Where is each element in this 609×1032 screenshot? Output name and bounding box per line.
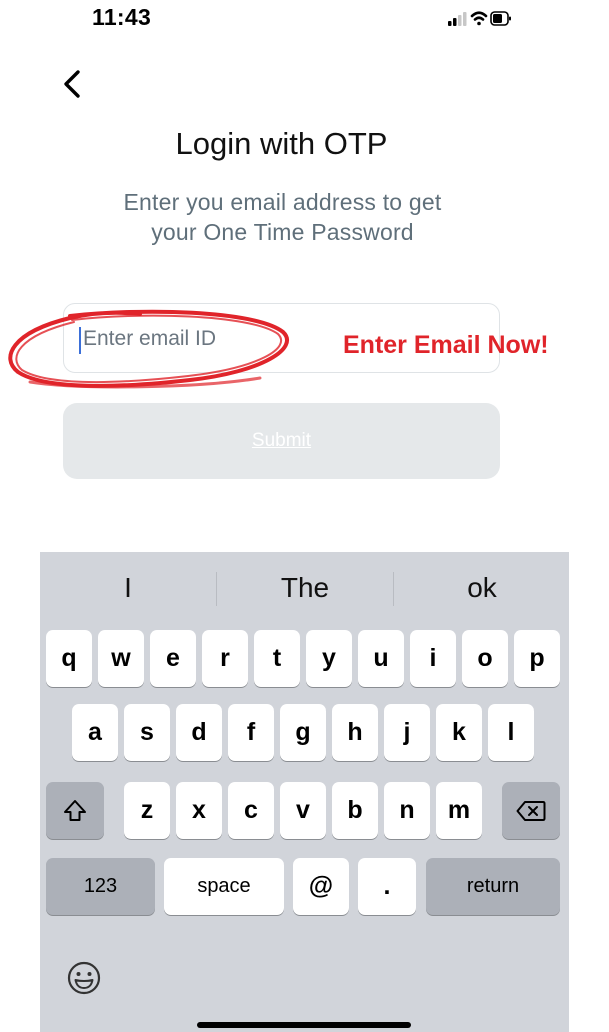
key-y[interactable]: y bbox=[306, 630, 352, 687]
key-m[interactable]: m bbox=[436, 782, 482, 839]
emoji-icon bbox=[67, 961, 101, 995]
key-c[interactable]: c bbox=[228, 782, 274, 839]
key-s[interactable]: s bbox=[124, 704, 170, 761]
key-t[interactable]: t bbox=[254, 630, 300, 687]
space-key[interactable]: space bbox=[164, 858, 284, 915]
key-d[interactable]: d bbox=[176, 704, 222, 761]
key-i[interactable]: i bbox=[410, 630, 456, 687]
status-time: 11:43 bbox=[92, 4, 152, 30]
page-subtitle: Enter you email address to get your One … bbox=[60, 187, 505, 247]
key-z[interactable]: z bbox=[124, 782, 170, 839]
key-u[interactable]: u bbox=[358, 630, 404, 687]
submit-button[interactable]: Submit bbox=[63, 403, 500, 479]
home-indicator bbox=[197, 1022, 411, 1028]
key-p[interactable]: p bbox=[514, 630, 560, 687]
status-icons bbox=[448, 8, 512, 35]
suggestion-1[interactable]: I bbox=[40, 572, 216, 604]
suggestion-3[interactable]: ok bbox=[394, 572, 570, 604]
key-h[interactable]: h bbox=[332, 704, 378, 761]
return-key[interactable]: return bbox=[426, 858, 560, 915]
subtitle-line-2: your One Time Password bbox=[151, 219, 414, 245]
backspace-icon bbox=[516, 800, 546, 821]
keyboard: I The ok q w e r t y u i o p a s d f g h… bbox=[40, 552, 569, 1032]
key-w[interactable]: w bbox=[98, 630, 144, 687]
cellular-signal-icon bbox=[448, 12, 467, 26]
subtitle-line-1: Enter you email address to get bbox=[123, 189, 442, 215]
key-a[interactable]: a bbox=[72, 704, 118, 761]
status-bar: 11:43 bbox=[0, 0, 609, 40]
key-j[interactable]: j bbox=[384, 704, 430, 761]
key-q[interactable]: q bbox=[46, 630, 92, 687]
key-v[interactable]: v bbox=[280, 782, 326, 839]
suggestion-bar: I The ok bbox=[40, 552, 569, 624]
key-f[interactable]: f bbox=[228, 704, 274, 761]
numbers-key[interactable]: 123 bbox=[46, 858, 155, 915]
battery-icon bbox=[490, 11, 511, 26]
key-e[interactable]: e bbox=[150, 630, 196, 687]
annotation-text: Enter Email Now! bbox=[343, 331, 549, 359]
key-k[interactable]: k bbox=[436, 704, 482, 761]
key-o[interactable]: o bbox=[462, 630, 508, 687]
dot-key[interactable]: . bbox=[358, 858, 416, 915]
key-b[interactable]: b bbox=[332, 782, 378, 839]
page-title: Login with OTP bbox=[175, 126, 388, 161]
key-n[interactable]: n bbox=[384, 782, 430, 839]
backspace-key[interactable] bbox=[502, 782, 560, 839]
at-key[interactable]: @ bbox=[293, 858, 349, 915]
key-x[interactable]: x bbox=[176, 782, 222, 839]
shift-icon bbox=[64, 799, 86, 821]
key-r[interactable]: r bbox=[202, 630, 248, 687]
chevron-left-icon bbox=[64, 70, 80, 98]
suggestion-2[interactable]: The bbox=[217, 572, 393, 604]
wifi-icon bbox=[470, 11, 488, 26]
back-button[interactable] bbox=[58, 66, 94, 102]
key-g[interactable]: g bbox=[280, 704, 326, 761]
emoji-button[interactable] bbox=[66, 960, 102, 996]
shift-key[interactable] bbox=[46, 782, 104, 839]
key-l[interactable]: l bbox=[488, 704, 534, 761]
